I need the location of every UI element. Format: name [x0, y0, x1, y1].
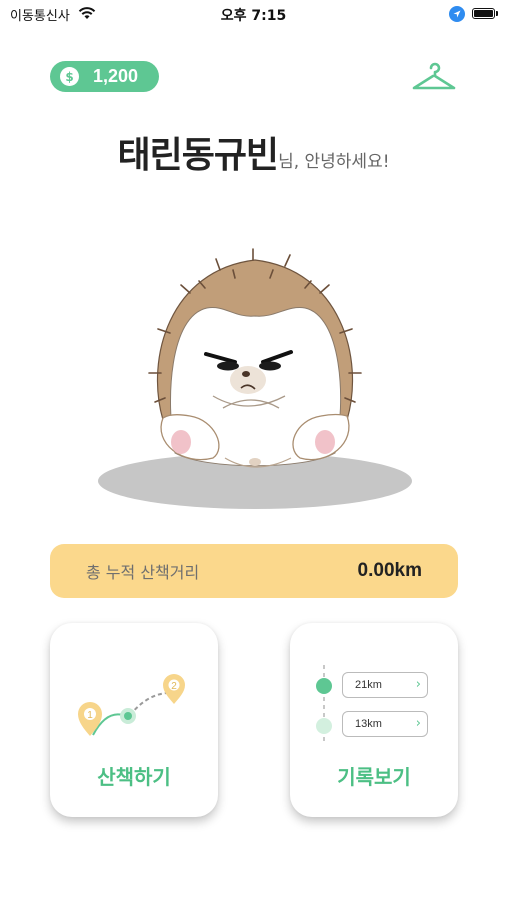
coin-icon: $	[60, 67, 79, 86]
pin-2-label: 2	[171, 681, 177, 692]
battery-icon	[472, 8, 498, 19]
record-distance: 21km	[355, 679, 382, 691]
greeting: 태린동규빈님, 안녕하세요!	[0, 126, 507, 178]
greeting-suffix: 님, 안녕하세요!	[278, 152, 390, 172]
chevron-right-icon: ›	[415, 716, 421, 731]
view-records-label: 기록보기	[337, 765, 411, 789]
walk-route-icon: 1 2	[78, 674, 185, 736]
record-timeline-icon	[316, 665, 332, 745]
status-bar: 이동통신사 오후 7:15	[0, 0, 507, 30]
start-walk-button[interactable]: 1 2 산책하기	[50, 623, 218, 817]
total-distance-bar: 총 누적 산책거리 0.00km	[50, 544, 458, 598]
start-walk-label: 산책하기	[97, 765, 171, 789]
user-name: 태린동규빈	[117, 135, 279, 176]
record-distance: 13km	[355, 718, 382, 730]
total-distance-label: 총 누적 산책거리	[86, 563, 200, 582]
total-distance-value: 0.00km	[357, 560, 422, 581]
pin-1-label: 1	[87, 710, 93, 721]
view-records-button[interactable]: 21km › 13km › 기록보기	[290, 623, 458, 817]
clock: 오후 7:15	[220, 8, 287, 24]
record-row[interactable]: 13km ›	[342, 711, 428, 737]
chevron-right-icon: ›	[415, 677, 421, 692]
location-icon	[449, 6, 465, 22]
hanger-icon[interactable]	[410, 61, 458, 93]
coin-amount: 1,200	[93, 66, 139, 86]
record-row[interactable]: 21km ›	[342, 672, 428, 698]
hedgehog-character[interactable]	[95, 248, 415, 513]
coin-balance[interactable]: $ 1,200	[50, 61, 159, 92]
